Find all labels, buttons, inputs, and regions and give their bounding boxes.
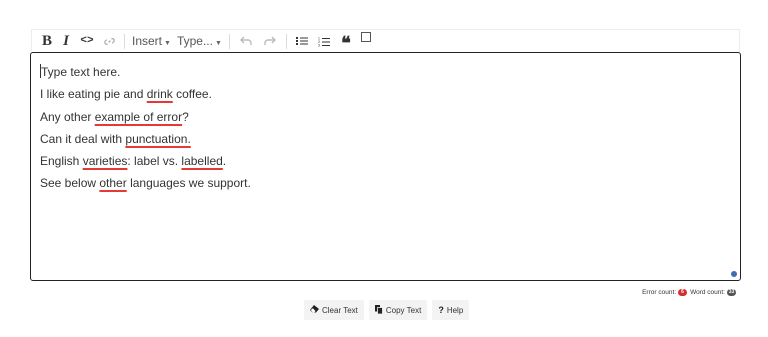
type-dropdown-label: Type... xyxy=(176,34,213,48)
line-text: Can it deal with xyxy=(40,131,126,146)
editor-line: Any other example of error? xyxy=(40,106,251,128)
line-text: I like eating pie and xyxy=(40,87,147,102)
copy-text-label: Copy Text xyxy=(385,305,422,315)
word-count-label: Word count: xyxy=(690,289,725,296)
svg-text:3: 3 xyxy=(318,43,320,47)
bullet-list-icon[interactable] xyxy=(291,30,313,52)
editor-content[interactable]: Type text here. I like eating pie and dr… xyxy=(40,61,251,195)
action-bar: Clear Text Copy Text ? Help xyxy=(304,300,470,320)
line-text: languages we support. xyxy=(126,176,251,191)
word-count-badge: 33 xyxy=(727,289,736,296)
error-highlight[interactable]: drink xyxy=(147,87,173,101)
copy-text-button[interactable]: Copy Text xyxy=(368,300,428,320)
error-highlight[interactable]: example of error xyxy=(95,110,182,124)
redo-icon[interactable] xyxy=(258,30,282,52)
undo-icon[interactable] xyxy=(234,30,258,52)
code-button[interactable]: <> xyxy=(76,30,98,52)
editor-toolbar: B I <> Insert ▼ Type... ▼ 123 ❝ xyxy=(31,29,740,52)
line-text: Any other xyxy=(40,109,95,124)
clear-text-label: Clear Text xyxy=(322,305,358,315)
line-text: : label vs. xyxy=(127,154,182,169)
toolbar-divider xyxy=(285,33,287,49)
bold-button[interactable]: B xyxy=(38,30,56,52)
toolbar-divider xyxy=(124,33,125,49)
line-text: . xyxy=(222,154,227,169)
question-icon: ? xyxy=(438,305,444,315)
editor-line: Type text here. xyxy=(40,61,251,83)
editor-line: I like eating pie and drink coffee. xyxy=(40,83,251,105)
help-label: Help xyxy=(446,305,464,315)
error-highlight[interactable]: labelled xyxy=(181,154,222,168)
blockquote-icon[interactable]: ❝ xyxy=(335,28,357,54)
resize-handle[interactable] xyxy=(731,271,737,277)
clear-text-button[interactable]: Clear Text xyxy=(304,300,364,320)
line-text: ? xyxy=(182,109,189,124)
error-highlight[interactable]: other xyxy=(99,176,126,190)
caret-down-icon: ▼ xyxy=(214,40,222,47)
line-text: Type text here. xyxy=(41,65,121,79)
editor-line: Can it deal with punctuation. xyxy=(40,128,251,150)
line-text: English xyxy=(40,154,83,169)
line-text: See below xyxy=(40,176,100,191)
italic-button[interactable]: I xyxy=(56,30,76,52)
fullscreen-icon[interactable] xyxy=(357,30,375,52)
status-counts: Error count: 6 Word count: 33 xyxy=(642,289,739,296)
copy-icon xyxy=(374,304,383,316)
caret-down-icon: ▼ xyxy=(164,40,171,47)
text-editor[interactable]: Type text here. I like eating pie and dr… xyxy=(30,52,741,281)
error-count-label: Error count: xyxy=(642,289,677,296)
insert-dropdown-label: Insert xyxy=(132,34,163,48)
editor-line: See below other languages we support. xyxy=(40,172,251,194)
error-highlight[interactable]: punctuation. xyxy=(125,132,190,146)
help-button[interactable]: ? Help xyxy=(432,300,470,320)
line-text: coffee. xyxy=(172,87,212,102)
insert-dropdown[interactable]: Insert ▼ xyxy=(129,34,174,48)
eraser-icon xyxy=(310,305,319,315)
error-count-badge: 6 xyxy=(678,289,688,296)
toolbar-divider xyxy=(228,33,230,49)
editor-line: English varieties: label vs. labelled. xyxy=(40,150,251,172)
type-dropdown[interactable]: Type... ▼ xyxy=(174,34,225,48)
link-icon[interactable] xyxy=(98,30,120,52)
numbered-list-icon[interactable]: 123 xyxy=(313,30,335,52)
error-highlight[interactable]: varieties xyxy=(83,154,128,168)
